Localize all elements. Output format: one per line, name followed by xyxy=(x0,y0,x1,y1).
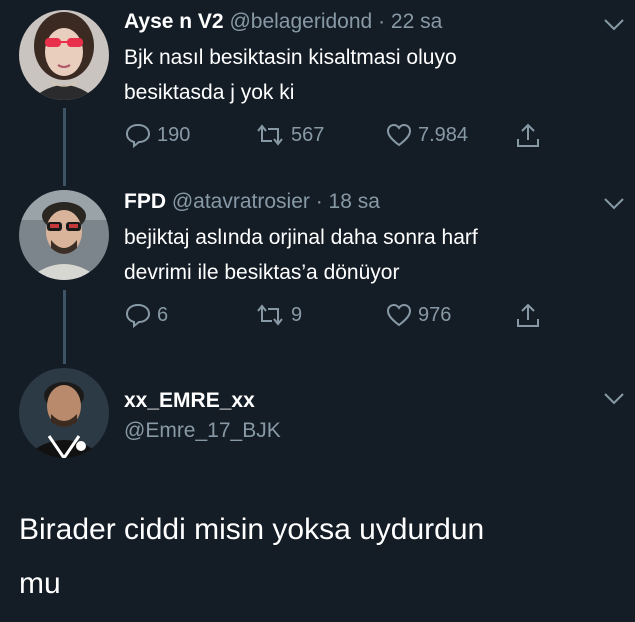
display-name[interactable]: FPD xyxy=(124,190,166,213)
avatar[interactable] xyxy=(19,10,109,100)
like-count: 7.984 xyxy=(418,123,469,146)
reply-count: 190 xyxy=(157,123,191,146)
thread-line xyxy=(63,108,66,186)
reply-button[interactable]: 6 xyxy=(124,302,168,328)
user-handle-row: @Emre_17_BJK xyxy=(124,419,281,443)
timestamp[interactable]: · 22 sa xyxy=(378,10,442,33)
reply-button[interactable]: 190 xyxy=(124,122,190,148)
timestamp[interactable]: · 18 sa xyxy=(316,190,380,213)
main-tweet-text-line: mu xyxy=(19,567,61,600)
main-tweet-text-line: Birader ciddi misin yoksa uydurdun xyxy=(19,513,485,546)
retweet-icon xyxy=(257,304,283,326)
chevron-down-icon[interactable] xyxy=(603,197,625,211)
user-handle[interactable]: @belageridond xyxy=(229,10,372,33)
avatar[interactable] xyxy=(19,190,109,280)
tweet-header: xx_EMRE_xx xyxy=(124,389,255,413)
like-button[interactable]: 7.984 xyxy=(385,122,468,148)
tweet-text-line: Bjk nasıl besiktasin kisaltmasi oluyo xyxy=(124,46,457,69)
tweet-text-line: bejiktaj aslında orjinal daha sonra harf xyxy=(124,226,478,249)
share-icon xyxy=(517,123,539,147)
tweet-text-line: besiktasda j yok ki xyxy=(124,81,295,104)
reply-icon xyxy=(125,123,151,148)
retweet-button[interactable]: 567 xyxy=(254,122,324,148)
tweet-header: Ayse n V2 @belageridond · 22 sa xyxy=(124,10,442,34)
like-icon xyxy=(386,123,412,147)
retweet-count: 567 xyxy=(291,123,325,146)
user-handle[interactable]: @Emre_17_BJK xyxy=(124,419,281,442)
chevron-down-icon[interactable] xyxy=(603,392,625,406)
like-icon xyxy=(386,303,412,327)
like-button[interactable]: 976 xyxy=(385,302,451,328)
reply-count: 6 xyxy=(157,303,169,326)
chevron-down-icon[interactable] xyxy=(603,18,625,32)
retweet-count: 9 xyxy=(291,303,303,326)
tweet-header: FPD @atavratrosier · 18 sa xyxy=(124,190,380,214)
retweet-icon xyxy=(257,124,283,146)
tweet-text-line: devrimi ile besiktas’a dönüyor xyxy=(124,261,400,284)
thread-line xyxy=(63,290,66,364)
display-name[interactable]: xx_EMRE_xx xyxy=(124,389,255,412)
like-count: 976 xyxy=(418,303,452,326)
share-button[interactable] xyxy=(514,121,542,149)
user-handle[interactable]: @atavratrosier xyxy=(172,190,310,213)
reply-icon xyxy=(125,303,151,328)
share-icon xyxy=(517,303,539,327)
retweet-button[interactable]: 9 xyxy=(254,302,302,328)
avatar[interactable] xyxy=(19,368,109,458)
display-name[interactable]: Ayse n V2 xyxy=(124,10,224,33)
share-button[interactable] xyxy=(514,301,542,329)
